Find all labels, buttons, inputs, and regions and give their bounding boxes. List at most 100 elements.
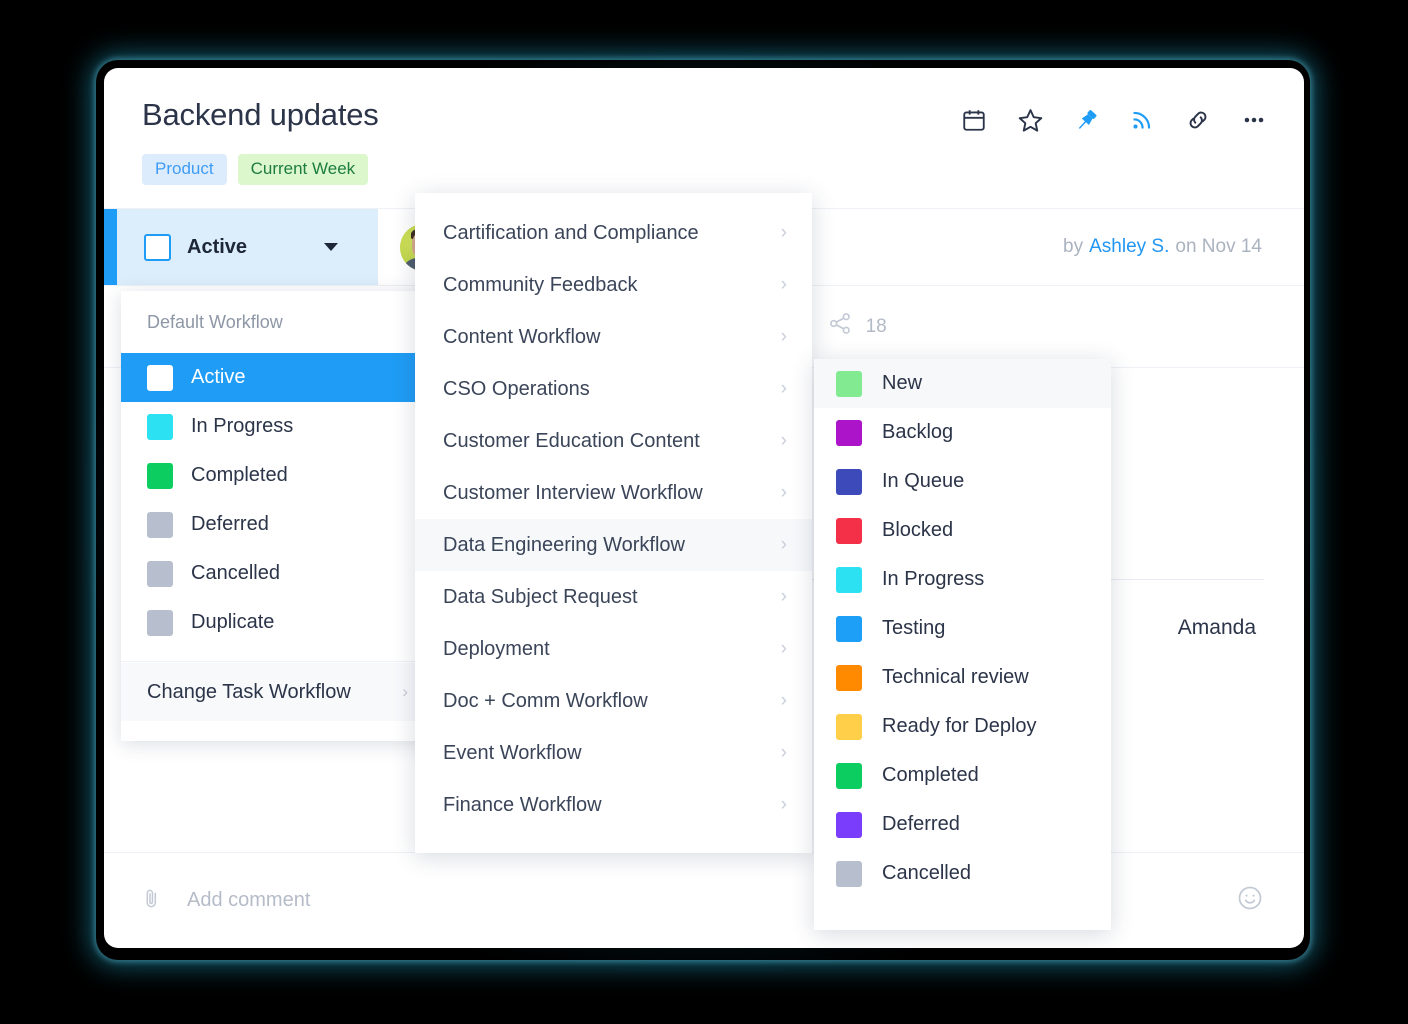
workflow-name-item[interactable]: CSO Operations › <box>415 363 812 415</box>
rss-icon[interactable] <box>1128 106 1156 134</box>
workflow-name-item[interactable]: Doc + Comm Workflow › <box>415 675 812 727</box>
status-color-swatch <box>147 511 173 538</box>
workflow-status-item[interactable]: In Progress <box>121 402 434 451</box>
chevron-right-icon: › <box>780 638 787 659</box>
pin-icon[interactable] <box>1072 106 1100 134</box>
workflow-name-label: Cartification and Compliance <box>443 221 699 244</box>
workflow-status-option[interactable]: Cancelled <box>814 849 1111 898</box>
workflow-status-option[interactable]: Ready for Deploy <box>814 702 1111 751</box>
workflow-status-option[interactable]: Backlog <box>814 408 1111 457</box>
chevron-right-icon: › <box>780 482 787 503</box>
status-color-swatch <box>147 364 173 391</box>
header-icon-toolbar <box>960 106 1268 134</box>
workflow-dropdown-footer: Change Task Workflow › <box>121 661 434 741</box>
dropdown-tail <box>121 721 434 741</box>
workflow-status-option[interactable]: Blocked <box>814 506 1111 555</box>
chevron-down-icon[interactable] <box>324 243 338 251</box>
workflow-name-item[interactable]: Cartification and Compliance › <box>415 207 812 259</box>
default-workflow-heading: Default Workflow <box>147 312 283 332</box>
workflow-status-option[interactable]: Deferred <box>814 800 1111 849</box>
workflow-status-dropdown: Default Workflow Active In Progress Comple… <box>121 291 434 741</box>
workflow-name-label: Event Workflow <box>443 741 582 764</box>
workflow-status-item[interactable]: Cancelled <box>121 549 434 598</box>
workflow-name-label: Finance Workflow <box>443 793 602 816</box>
workflow-name-item[interactable]: Event Workflow › <box>415 727 812 779</box>
status-option-label: Blocked <box>882 519 954 541</box>
change-task-workflow-button[interactable]: Change Task Workflow › <box>121 663 434 721</box>
workflow-name-item[interactable]: Finance Workflow › <box>415 779 812 831</box>
tag-current-week[interactable]: Current Week <box>237 154 369 185</box>
workflow-status-item[interactable]: Active <box>121 353 434 402</box>
workflow-name-label: Data Subject Request <box>443 585 638 608</box>
chevron-right-icon: › <box>780 378 787 399</box>
meta-author-link[interactable]: Ashley S. <box>1089 236 1169 258</box>
chevron-right-icon: › <box>780 274 787 295</box>
workflow-list-submenu: Cartification and Compliance › Community F… <box>415 193 812 853</box>
workflow-name-item[interactable]: Deployment › <box>415 623 812 675</box>
workflow-status-item[interactable]: Duplicate <box>121 598 434 647</box>
workflow-status-option[interactable]: In Progress <box>814 555 1111 604</box>
status-color-swatch <box>836 419 862 446</box>
workflow-name-item[interactable]: Content Workflow › <box>415 311 812 363</box>
workflow-status-option[interactable]: New <box>814 359 1111 408</box>
workflow-name-item[interactable]: Customer Interview Workflow › <box>415 467 812 519</box>
chevron-right-icon: › <box>780 326 787 347</box>
workflow-status-option[interactable]: Completed <box>814 751 1111 800</box>
comment-author: Amanda <box>1177 616 1256 639</box>
workflow-status-option[interactable]: In Queue <box>814 457 1111 506</box>
workflow-name-item[interactable]: Data Subject Request › <box>415 571 812 623</box>
share-icon <box>828 311 853 342</box>
status-option-label: In Queue <box>882 470 965 492</box>
status-item-label: Active <box>191 366 246 388</box>
status-color-swatch <box>147 413 173 440</box>
status-dropdown-trigger[interactable]: Active <box>104 209 378 285</box>
more-icon[interactable] <box>1240 106 1268 134</box>
workflow-name-label: CSO Operations <box>443 377 590 400</box>
comment-bar[interactable]: Add comment <box>104 852 1304 948</box>
share-button[interactable]: 18 <box>828 311 887 342</box>
chevron-right-icon: › <box>780 222 787 243</box>
workflow-statuses-submenu: New Backlog In Queue Blocked In Progress Test… <box>814 359 1111 930</box>
workflow-name-label: Community Feedback <box>443 273 638 296</box>
workflow-status-option[interactable]: Testing <box>814 604 1111 653</box>
workflow-status-item[interactable]: Completed <box>121 451 434 500</box>
card-header: Backend updates Product Current Week <box>104 68 1304 208</box>
status-color-swatch <box>836 615 862 642</box>
calendar-icon[interactable] <box>960 106 988 134</box>
status-item-label: Completed <box>191 464 288 486</box>
status-checkbox[interactable] <box>144 233 171 261</box>
workflow-status-option[interactable]: Technical review <box>814 653 1111 702</box>
status-option-label: Testing <box>882 617 946 639</box>
screenshot-root: Backend updates Product Current Week Act… <box>0 0 1408 1024</box>
meta-date: on Nov 14 <box>1175 236 1262 257</box>
workflow-name-label: Data Engineering Workflow <box>443 533 685 556</box>
status-item-label: Cancelled <box>191 562 280 584</box>
chevron-right-icon: › <box>780 690 787 711</box>
add-comment-input[interactable]: Add comment <box>187 889 310 912</box>
status-color-swatch <box>836 762 862 789</box>
comment-attach-icon[interactable] <box>140 887 163 915</box>
change-task-workflow-label: Change Task Workflow <box>147 680 351 703</box>
status-option-label: Cancelled <box>882 862 971 884</box>
star-icon[interactable] <box>1016 106 1044 134</box>
workflow-name-label: Customer Education Content <box>443 429 700 452</box>
status-option-label: Backlog <box>882 421 954 443</box>
workflow-name-item[interactable]: Data Engineering Workflow › <box>415 519 812 571</box>
status-current-label: Active <box>187 235 248 258</box>
meta-prefix: by <box>1063 236 1084 257</box>
workflow-status-item[interactable]: Deferred <box>121 500 434 549</box>
status-color-swatch <box>147 560 173 587</box>
chevron-right-icon: › <box>780 430 787 451</box>
workflow-name-item[interactable]: Customer Education Content › <box>415 415 812 467</box>
workflow-name-label: Content Workflow <box>443 325 601 348</box>
workflow-name-item[interactable]: Community Feedback › <box>415 259 812 311</box>
chevron-right-icon: › <box>780 794 787 815</box>
status-option-label: Technical review <box>882 666 1029 688</box>
workflow-name-list: Cartification and Compliance › Community F… <box>415 207 812 831</box>
chevron-right-icon: › <box>402 682 408 701</box>
emoji-icon[interactable] <box>1236 884 1264 917</box>
link-icon[interactable] <box>1184 106 1212 134</box>
tag-product[interactable]: Product <box>142 154 227 185</box>
status-option-label: New <box>882 372 923 394</box>
status-color-swatch <box>836 468 862 495</box>
